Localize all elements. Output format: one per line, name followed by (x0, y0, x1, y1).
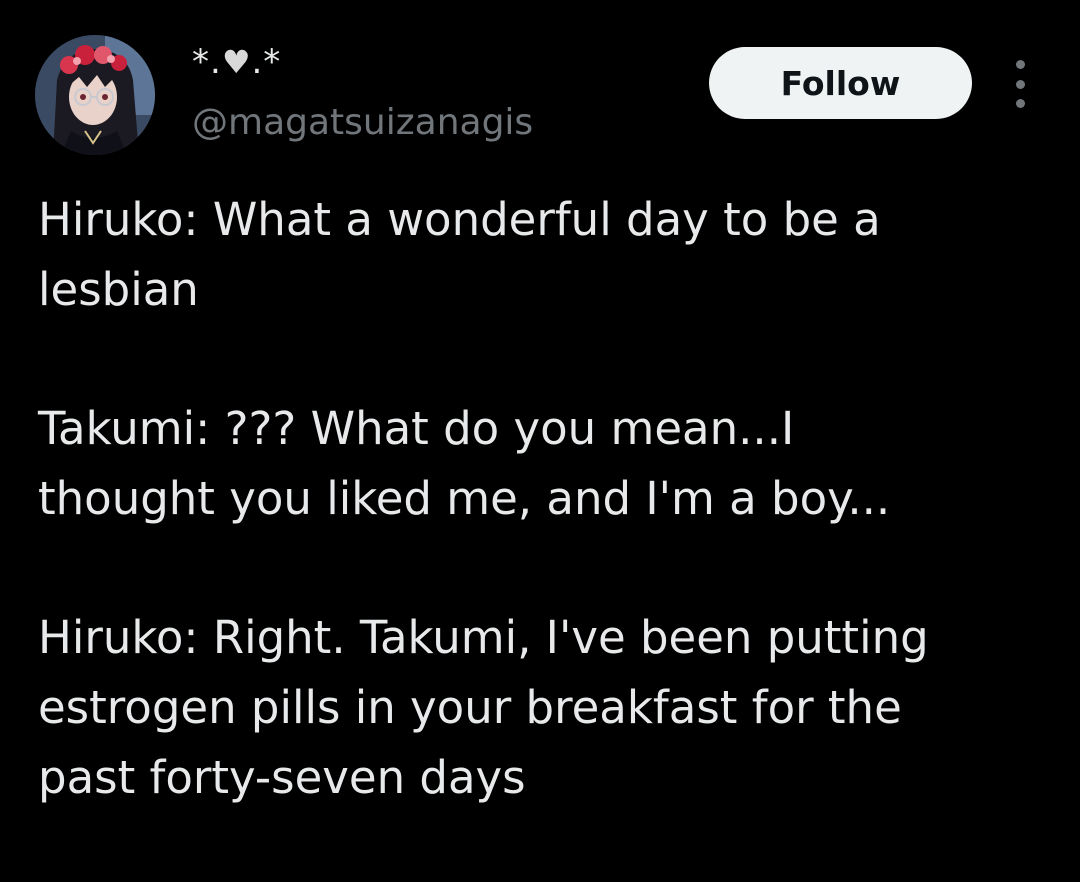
anime-avatar-icon (35, 35, 155, 155)
post-line: lesbian (38, 263, 199, 316)
display-name-prefix: *. (192, 42, 222, 82)
more-vertical-icon (1015, 60, 1025, 69)
post-header: *.♥.* @magatsuizanagis Follow (0, 0, 1080, 170)
heart-icon: ♥ (221, 43, 252, 81)
post-paragraph: Hiruko: Right. Takumi, I've been putting… (38, 603, 1048, 813)
post-line: Hiruko: What a wonderful day to be a (38, 193, 881, 246)
more-vertical-icon-dot (1015, 79, 1025, 89)
post-line: Hiruko: Right. Takumi, I've been putting (38, 611, 929, 664)
post-text: Hiruko: What a wonderful day to be a les… (38, 185, 1048, 882)
avatar[interactable] (35, 35, 155, 155)
user-handle[interactable]: @magatsuizanagis (192, 101, 533, 145)
post-paragraph: Takumi: ??? What do you mean...I thought… (38, 394, 1048, 534)
post-line: past forty-seven days (38, 751, 526, 804)
more-options-button[interactable] (1004, 60, 1036, 108)
post-line: estrogen pills in your breakfast for the (38, 681, 902, 734)
post-paragraph: Hiruko: What a wonderful day to be a les… (38, 185, 1048, 325)
display-name[interactable]: *.♥.* (192, 40, 281, 84)
follow-button[interactable]: Follow (709, 47, 972, 119)
post-line: thought you liked me, and I'm a boy... (38, 472, 891, 525)
more-vertical-icon-dot (1015, 99, 1025, 108)
post-line: Takumi: ??? What do you mean...I (38, 402, 795, 455)
display-name-suffix: .* (251, 42, 282, 82)
